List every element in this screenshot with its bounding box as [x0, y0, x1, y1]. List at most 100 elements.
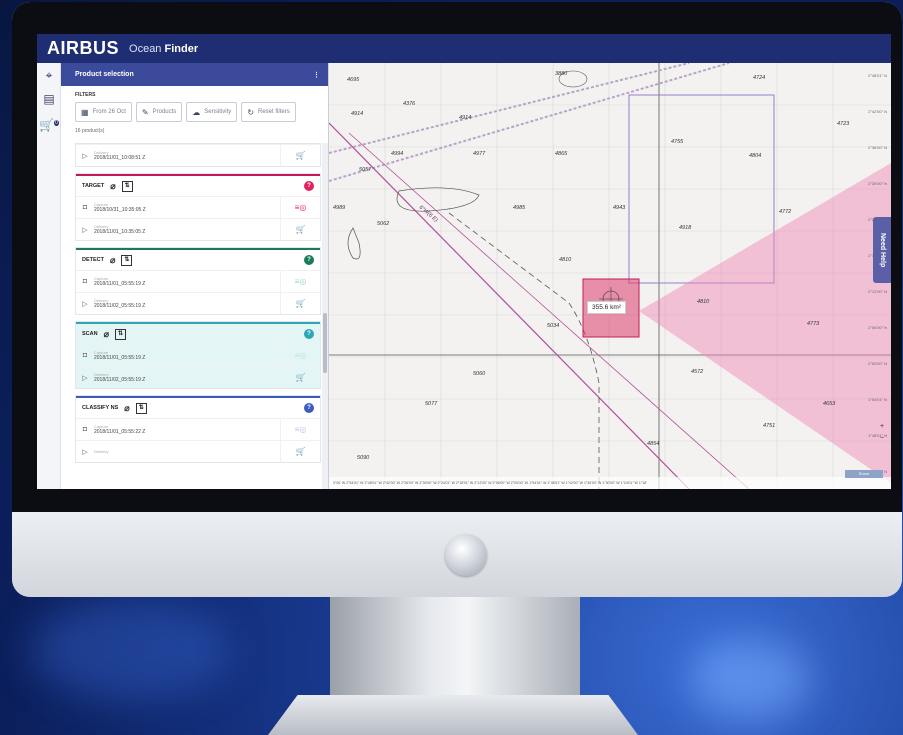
depth-sounding: 4918 [679, 225, 692, 231]
card-header[interactable]: CLASSIFY NS ⌀ ⇅? [76, 396, 320, 418]
depth-sounding: 4653 [823, 401, 836, 407]
product-count: 16 product(s) [75, 128, 105, 134]
filter-cloud-button[interactable]: ☁ Sensitivity [186, 102, 238, 122]
depth-sounding: 5060 [473, 371, 486, 377]
tasking-icon[interactable]: ≡◎ [280, 197, 320, 218]
filter-pencil-button[interactable]: ✎ Products [135, 102, 183, 122]
product-row: ◘ Capture 2018/11/01_05:55:19 Z ≡◎ [76, 344, 320, 366]
panel-header: Product selection ⋮ [61, 63, 328, 86]
latitude-label: 2°06'00" N [868, 325, 887, 330]
row-text: Delivery [94, 449, 280, 454]
sensor-cone [639, 163, 891, 483]
row-text: Delivery 2018/11/01_10:35:05 Z [94, 224, 280, 235]
filter-label: Sensitivity [204, 109, 232, 115]
product-list[interactable]: ▷ Delivery 2018/11/01_10:08:51 Z 🛒 TARGET ⌀ ⇅?… [75, 143, 321, 489]
tasking-icon[interactable]: ≡◎ [280, 345, 320, 366]
row-text: Capture 2018/11/01_05:55:19 Z [94, 276, 280, 287]
product-card-previous[interactable]: ▷ Delivery 2018/11/01_10:08:51 Z 🛒 [75, 143, 321, 167]
row-date: 2018/10/31_10:35:05 Z [94, 207, 146, 213]
send-icon: ▷ [82, 152, 88, 160]
depth-sounding: 5062 [377, 221, 390, 227]
card-header[interactable]: TARGET ⌀ ⇅? [76, 174, 320, 196]
crosshair-icon[interactable]: ⌖ [37, 63, 61, 87]
depth-sounding: 4994 [391, 151, 404, 157]
card-title: CLASSIFY NS [82, 405, 119, 411]
sensitivity-icon: ⌀ [124, 402, 130, 413]
card-header[interactable]: DETECT ⌀ ⇅? [76, 248, 320, 270]
panel-menu-icon[interactable]: ⋮ [313, 71, 320, 79]
help-icon[interactable]: ? [304, 255, 314, 265]
filters-label: FILTERS [75, 92, 96, 98]
product-card-scan[interactable]: SCAN ⌀ ⇅? ◘ Capture 2018/11/01_05:55:19 Z ≡◎ ▷ D… [75, 321, 321, 389]
send-icon: ▷ [82, 226, 88, 234]
airbus-logo[interactable]: AIRBUS [47, 38, 119, 59]
camera-icon: ◘ [82, 278, 88, 285]
document-icon[interactable]: ▤ [37, 87, 61, 111]
product-card-classify-ns[interactable]: CLASSIFY NS ⌀ ⇅? ◘ Capture 2018/11/01_05:55:2… [75, 395, 321, 463]
card-header[interactable]: SCAN ⌀ ⇅? [76, 322, 320, 344]
zoom-in-button[interactable]: + [877, 421, 887, 433]
depth-sounding: 4376 [403, 101, 416, 107]
help-icon[interactable]: ? [304, 329, 314, 339]
depth-sounding: 4977 [473, 151, 486, 157]
latitude-label: 2°36'00" N [868, 145, 887, 150]
product-selection-panel: Product selection ⋮ FILTERS ▦ From 26 Oct… [61, 63, 329, 489]
chart-overlay [329, 63, 891, 489]
depth-sounding: 4865 [555, 151, 568, 157]
product-card-detect[interactable]: DETECT ⌀ ⇅? ◘ Capture 2018/11/01_05:55:19 Z ≡◎… [75, 247, 321, 315]
cart-icon[interactable]: 🛒 [280, 441, 320, 462]
row-date: 2018/11/01_05:55:19 Z [94, 355, 146, 361]
depth-contour [448, 212, 600, 489]
map-view[interactable]: 4695 3880 4724 4376 4914 4914 4723 4755 4804 4994… [329, 63, 891, 489]
filter-reset-button[interactable]: ↻ Reset filters [241, 102, 296, 122]
sensitivity-icon: ⌀ [103, 328, 110, 339]
cart-icon[interactable]: 🛒 [280, 293, 320, 314]
area-size-label: 355.6 km² [587, 301, 626, 314]
depth-sounding: 4914 [351, 111, 364, 117]
card-title: TARGET [82, 183, 105, 189]
help-icon[interactable]: ? [304, 181, 314, 191]
latitude-label: 2°30'00" N [868, 181, 887, 186]
cart-icon[interactable]: 🛒 [280, 219, 320, 240]
cart-icon[interactable]: 🛒0 [37, 111, 61, 135]
camera-icon: ◘ [82, 352, 88, 359]
latitude-label: 2°42'00" N [868, 109, 887, 114]
depth-sounding: 4723 [837, 121, 850, 127]
filter-calendar-button[interactable]: ▦ From 26 Oct [75, 102, 132, 122]
background-glow [690, 640, 810, 720]
product-row: ◘ Capture 2018/11/01_05:55:19 Z ≡◎ [76, 270, 320, 292]
depth-sounding: 4772 [779, 209, 792, 215]
row-date: 2018/11/01_05:55:22 Z [94, 429, 146, 435]
product-type-icon: ⇅ [121, 254, 133, 266]
row-text: Delivery 2018/11/02_05:55:19 Z [94, 298, 280, 309]
depth-contour [396, 187, 480, 212]
cart-badge: 0 [54, 120, 59, 126]
row-text: Capture 2018/11/01_05:55:19 Z [94, 350, 280, 361]
share-button[interactable]: Share [845, 470, 883, 478]
depth-sounding: 5034 [547, 323, 560, 329]
product-row: ▷ Delivery 2018/11/02_05:55:19 Z 🛒 [76, 292, 320, 314]
card-title: SCAN [82, 331, 98, 337]
latitude-label: 2°12'00" N [868, 289, 887, 294]
product-row: ▷ Delivery 2018/11/01_10:35:05 Z 🛒 [76, 218, 320, 240]
need-help-tab[interactable]: Need Help [873, 217, 891, 283]
depth-sounding: 4695 [347, 77, 360, 83]
cloud-icon: ☁ [192, 107, 201, 117]
shipping-lane [329, 63, 730, 182]
pencil-icon: ✎ [141, 107, 149, 117]
zoom-out-button[interactable]: − [877, 433, 887, 445]
send-icon: ▷ [82, 374, 88, 382]
tasking-icon[interactable]: ≡◎ [280, 271, 320, 292]
cart-icon[interactable]: 🛒 [280, 145, 320, 166]
list-scrollbar[interactable] [322, 143, 328, 489]
latitude-label: 1°54'01" N [868, 397, 887, 402]
product-row: ◘ Capture 2018/11/01_05:55:22 Z ≡◎ [76, 418, 320, 440]
help-icon[interactable]: ? [304, 403, 314, 413]
row-text: Capture 2018/10/31_10:35:05 Z [94, 202, 280, 213]
cart-icon[interactable]: 🛒 [280, 367, 320, 388]
left-nav-rail: ⌖ ▤ 🛒0 [37, 63, 61, 489]
filter-label: From 26 Oct [92, 109, 126, 115]
product-card-target[interactable]: TARGET ⌀ ⇅? ◘ Capture 2018/10/31_10:35:05 Z ≡◎… [75, 173, 321, 241]
scrollbar-thumb[interactable] [323, 313, 327, 373]
tasking-icon[interactable]: ≡◎ [280, 419, 320, 440]
